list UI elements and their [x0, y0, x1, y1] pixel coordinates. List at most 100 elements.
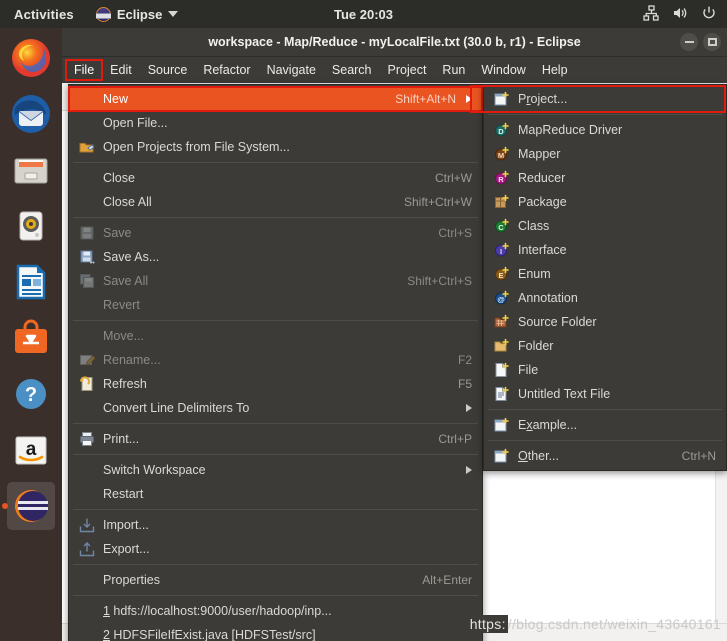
menu-item-label: Rename...: [103, 353, 161, 367]
window-titlebar: workspace - Map/Reduce - myLocalFile.txt…: [62, 28, 727, 57]
dock-item-amazon[interactable]: a: [7, 426, 55, 474]
menu-edit[interactable]: Edit: [102, 60, 140, 80]
menu-item-label: Folder: [518, 339, 554, 353]
folder-icon: [494, 338, 509, 352]
new-submenu-item-untitled-text-file[interactable]: Untitled Text File: [484, 382, 726, 406]
new-submenu-item-package[interactable]: Package: [484, 190, 726, 214]
minimize-button[interactable]: [680, 33, 698, 51]
menu-item-label: Move...: [103, 329, 144, 343]
print-icon: [77, 431, 97, 447]
screen: Activities Eclipse Tue 20:03 ? a workspa…: [0, 0, 727, 641]
file-menu-item-save-as[interactable]: Save As...: [69, 245, 482, 269]
file-menu-item-switch-workspace[interactable]: Switch Workspace: [69, 458, 482, 482]
dock-item-rhythmbox[interactable]: [7, 202, 55, 250]
menu-item-label: Class: [518, 219, 550, 233]
new-submenu-item-enum[interactable]: E Enum: [484, 262, 726, 286]
menu-search[interactable]: Search: [324, 60, 380, 80]
new-submenu-item-file[interactable]: File: [484, 358, 726, 382]
file-menu-item-1-hdfs-localhost-9000-user-hadoop-inp[interactable]: 1 hdfs://localhost:9000/user/hadoop/inp.…: [69, 599, 482, 623]
new-submenu-item-interface[interactable]: I Interface: [484, 238, 726, 262]
dock-item-thunderbird[interactable]: [7, 90, 55, 138]
svg-text:?: ?: [25, 384, 37, 406]
power-icon[interactable]: [701, 5, 717, 24]
menu-item-label: Open Projects from File System...: [103, 140, 290, 154]
file-menu-item-export[interactable]: Export...: [69, 537, 482, 561]
menu-source[interactable]: Source: [140, 60, 196, 80]
new-submenu-item-folder[interactable]: Folder: [484, 334, 726, 358]
menu-separator: [488, 114, 722, 115]
svg-text:R: R: [498, 175, 504, 184]
file-menu-item-properties[interactable]: Properties Alt+Enter: [69, 568, 482, 592]
dock-item-libreoffice-writer[interactable]: [7, 258, 55, 306]
file-menu-item-convert-line-delimiters-to[interactable]: Convert Line Delimiters To: [69, 396, 482, 420]
text-file-icon: [495, 386, 509, 401]
activities-button[interactable]: Activities: [14, 7, 74, 22]
file-menu-item-import[interactable]: Import...: [69, 513, 482, 537]
example-icon: [494, 417, 509, 432]
dock-item-help[interactable]: ?: [7, 370, 55, 418]
volume-icon[interactable]: [672, 5, 688, 24]
dock-item-ubuntu-software[interactable]: [7, 314, 55, 362]
new-submenu-item-project[interactable]: Project...: [484, 87, 726, 111]
file-menu-item-print[interactable]: Print... Ctrl+P: [69, 427, 482, 451]
dock-item-firefox[interactable]: [7, 34, 55, 82]
dock-item-files[interactable]: [7, 146, 55, 194]
menu-item-shortcut: Ctrl+N: [681, 449, 716, 463]
file-dropdown-menu[interactable]: New Shift+Alt+N Open File... Open Projects …: [68, 84, 483, 641]
new-submenu[interactable]: Project... D MapReduce Driver M Mapper R Reduc…: [483, 84, 727, 471]
app-menu-button[interactable]: Eclipse: [95, 6, 179, 22]
menu-bar: File Edit Source Refactor Navigate Searc…: [62, 57, 727, 83]
menu-item-label: Reducer: [518, 171, 566, 185]
file-menu-item-restart[interactable]: Restart: [69, 482, 482, 506]
new-submenu-item-mapreduce-driver[interactable]: D MapReduce Driver: [484, 118, 726, 142]
new-submenu-item-annotation[interactable]: @ Annotation: [484, 286, 726, 310]
eclipse-icon: [95, 6, 111, 22]
other-icon: [492, 448, 512, 464]
network-icon[interactable]: [643, 4, 659, 24]
other-icon: [494, 448, 509, 463]
file-menu-item-rename: Rename... F2: [69, 348, 482, 372]
annotation-icon: @: [495, 290, 509, 305]
new-submenu-item-source-folder[interactable]: Source Folder: [484, 310, 726, 334]
menu-item-label: Annotation: [518, 291, 578, 305]
file-menu-item-new[interactable]: New Shift+Alt+N: [68, 86, 483, 112]
watermark: https://blog.csdn.net/weixin_43640161: [467, 615, 721, 633]
menu-item-label: Convert Line Delimiters To: [103, 401, 250, 415]
menu-item-label: 2 HDFSFileIfExist.java [HDFSTest/src]: [103, 628, 316, 641]
menu-run[interactable]: Run: [434, 60, 473, 80]
file-icon: [495, 362, 509, 377]
export-icon: [79, 542, 95, 557]
gnome-top-bar: Activities Eclipse Tue 20:03: [0, 0, 727, 28]
source-folder-icon: [494, 314, 509, 328]
new-submenu-item-mapper[interactable]: M Mapper: [484, 142, 726, 166]
svg-text:@: @: [497, 295, 504, 304]
maximize-button[interactable]: [703, 33, 721, 51]
file-menu-item-2-hdfsfileifexist-java-hdfstest-src[interactable]: 2 HDFSFileIfExist.java [HDFSTest/src]: [69, 623, 482, 641]
menu-item-label: Save: [103, 226, 132, 240]
menu-file[interactable]: File: [64, 59, 104, 81]
file-menu-item-close-all[interactable]: Close All Shift+Ctrl+W: [69, 190, 482, 214]
submenu-arrow-icon: [466, 404, 472, 412]
menu-window[interactable]: Window: [473, 60, 533, 80]
folder-icon: [492, 338, 512, 354]
menu-item-shortcut: Shift+Alt+N: [395, 92, 456, 106]
file-menu-item-refresh[interactable]: Refresh F5: [69, 372, 482, 396]
text-file-icon: [492, 386, 512, 402]
menu-help[interactable]: Help: [534, 60, 576, 80]
menu-project[interactable]: Project: [380, 60, 435, 80]
files-icon: [14, 158, 48, 184]
new-submenu-item-reducer[interactable]: R Reducer: [484, 166, 726, 190]
new-submenu-item-example[interactable]: Example...: [484, 413, 726, 437]
new-submenu-item-class[interactable]: C Class: [484, 214, 726, 238]
file-menu-item-open-projects-from-file-system[interactable]: Open Projects from File System...: [69, 135, 482, 159]
dock-item-eclipse[interactable]: [2, 482, 55, 530]
package-icon: [492, 194, 512, 210]
file-menu-item-open-file[interactable]: Open File...: [69, 111, 482, 135]
new-submenu-item-other[interactable]: Other... Ctrl+N: [484, 444, 726, 468]
file-menu-item-close[interactable]: Close Ctrl+W: [69, 166, 482, 190]
menu-refactor[interactable]: Refactor: [195, 60, 258, 80]
menu-item-label: 1 hdfs://localhost:9000/user/hadoop/inp.…: [103, 604, 332, 618]
menu-navigate[interactable]: Navigate: [259, 60, 324, 80]
menu-item-label: Properties: [103, 573, 160, 587]
source-folder-icon: [492, 314, 512, 330]
